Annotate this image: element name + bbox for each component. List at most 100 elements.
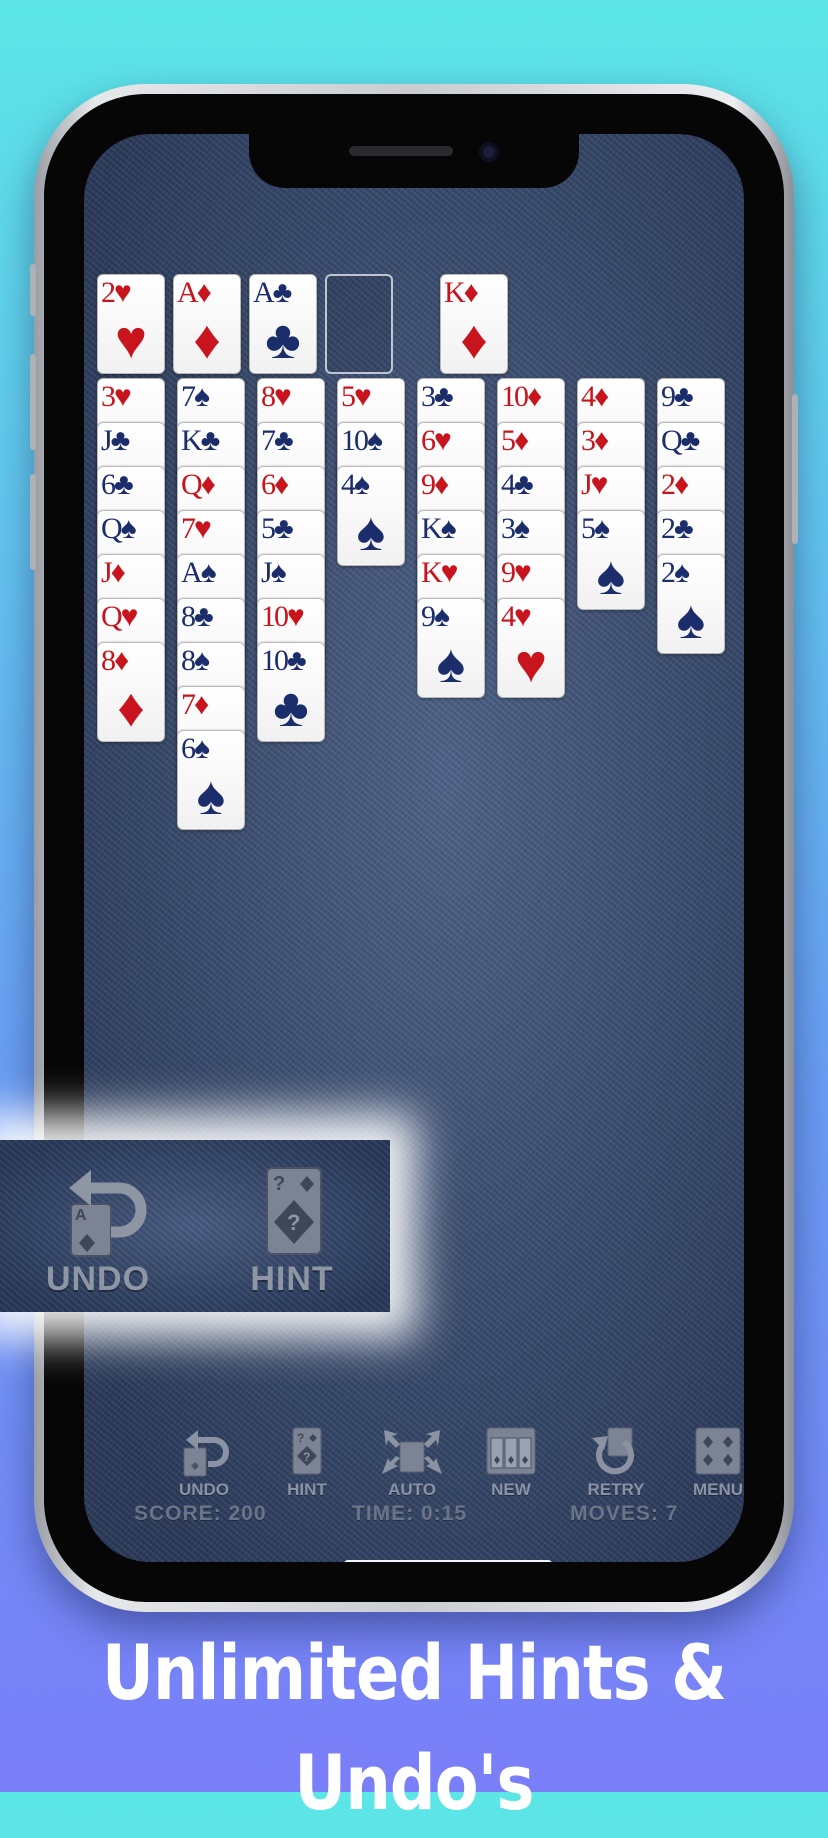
free-cell-card[interactable]: 2♥ ♥ (97, 274, 165, 374)
card-corner-label: J♥ (581, 468, 608, 501)
card-corner-label: 10♣ (261, 644, 307, 677)
tableau-card[interactable]: 2♠ ♠ (657, 554, 725, 654)
undo-button[interactable]: UNDO (166, 1426, 242, 1500)
card-corner-label: 4♠ (341, 468, 370, 501)
card-suit-icon: ♠ (356, 502, 386, 562)
card-corner-label: Q♦ (181, 468, 216, 501)
card-corner-label: J♣ (101, 424, 130, 457)
card-corner-label: 8♣ (181, 600, 214, 633)
svg-text:?: ? (273, 1173, 285, 1195)
card-corner-label: 8♠ (181, 644, 210, 677)
card-suit-icon: ♠ (196, 766, 226, 826)
foundation-card[interactable]: K♦ ♦ (440, 274, 508, 374)
card-suit-icon: ♥ (114, 310, 148, 370)
menu-label: MENU (692, 1480, 744, 1499)
zoom-undo-button[interactable]: A UNDO (28, 1164, 168, 1299)
card-corner-label: A♦ (177, 276, 212, 309)
zoom-hint-label: HINT (250, 1260, 334, 1298)
tableau-card[interactable]: 9♠ ♠ (417, 598, 485, 698)
hint-label: HINT (287, 1480, 327, 1499)
card-corner-label: 3♣ (421, 380, 454, 413)
bottom-toolbar: UNDO ? ? HINT AUTO NEW RETRY MENU (84, 1426, 744, 1546)
volume-up-button (30, 354, 36, 450)
svg-text:A: A (75, 1207, 87, 1224)
card-corner-label: 7♥ (181, 512, 212, 545)
free-cell-card[interactable]: A♦ ♦ (173, 274, 241, 374)
hint-button[interactable]: ? ? HINT (269, 1426, 345, 1500)
empty-free-cell[interactable] (325, 274, 393, 374)
phone-bezel: 2♥♥A♦♦A♣♣K♦♦3♥♥J♣♣6♣♣Q♠♠J♦♦Q♥♥8♦♦7♠♠K♣♣Q… (44, 94, 784, 1602)
card-corner-label: Q♣ (661, 424, 700, 457)
card-corner-label: 5♠ (581, 512, 610, 545)
svg-text:?: ? (303, 1450, 310, 1464)
tableau-card[interactable]: 4♠ ♠ (337, 466, 405, 566)
card-corner-label: 2♠ (661, 556, 690, 589)
card-corner-label: Q♥ (101, 600, 139, 633)
zoom-undo-label: UNDO (45, 1260, 151, 1298)
card-suit-icon: ♠ (436, 634, 466, 694)
menu-button[interactable]: MENU (680, 1426, 744, 1500)
card-corner-label: 8♦ (101, 644, 129, 677)
card-corner-label: 6♦ (261, 468, 289, 501)
card-corner-label: K♦ (444, 276, 479, 309)
retry-button[interactable]: RETRY (578, 1426, 654, 1500)
free-cell-card[interactable]: A♣ ♣ (249, 274, 317, 374)
card-corner-label: 2♣ (661, 512, 694, 545)
auto-label: AUTO (388, 1480, 436, 1499)
card-corner-label: K♣ (181, 424, 220, 457)
card-corner-label: 7♦ (181, 688, 209, 721)
card-corner-label: 6♠ (181, 732, 210, 765)
card-suit-icon: ♦ (117, 678, 145, 738)
card-corner-label: 5♣ (261, 512, 294, 545)
front-camera (479, 142, 499, 162)
card-corner-label: 5♥ (341, 380, 372, 413)
tableau-card[interactable]: 5♠ ♠ (577, 510, 645, 610)
card-suit-icon: ♦ (460, 310, 488, 370)
notch (249, 134, 579, 188)
card-corner-label: A♣ (253, 276, 292, 309)
card-corner-label: J♦ (101, 556, 126, 589)
retry-icon (592, 1427, 635, 1475)
zoom-hint-button[interactable]: ? ? HINT (222, 1164, 362, 1299)
card-corner-label: 9♣ (661, 380, 694, 413)
card-suit-icon: ♣ (265, 310, 301, 370)
auto-button[interactable]: AUTO (374, 1426, 450, 1500)
card-corner-label: Q♠ (101, 512, 137, 545)
card-corner-label: K♠ (421, 512, 457, 545)
undo-arrow-icon: A (69, 1170, 147, 1257)
card-corner-label: 7♠ (181, 380, 210, 413)
volume-down-button (30, 474, 36, 570)
promo-caption: Unlimited Hints & Undo's (101, 1628, 727, 1827)
card-corner-label: 9♥ (501, 556, 532, 589)
card-corner-label: 4♦ (581, 380, 609, 413)
card-corner-label: 3♦ (581, 424, 609, 457)
card-corner-label: 4♥ (501, 600, 532, 633)
zoom-callout: A UNDO ? ? HINT (0, 1140, 390, 1312)
mute-switch (30, 264, 36, 316)
menu-icon (695, 1427, 741, 1475)
tableau-card[interactable]: 10♣ ♣ (257, 642, 325, 742)
new-game-button[interactable]: NEW (473, 1426, 549, 1500)
svg-text:?: ? (297, 1431, 304, 1445)
card-suit-icon: ♦ (193, 310, 221, 370)
phone-frame: 2♥♥A♦♦A♣♣K♦♦3♥♥J♣♣6♣♣Q♠♠J♦♦Q♥♥8♦♦7♠♠K♣♣Q… (30, 84, 798, 1612)
card-corner-label: 2♥ (101, 276, 132, 309)
undo-icon (183, 1430, 229, 1477)
card-corner-label: A♠ (181, 556, 217, 589)
card-corner-label: J♠ (261, 556, 287, 589)
tableau-card[interactable]: 8♦ ♦ (97, 642, 165, 742)
card-corner-label: 2♦ (661, 468, 689, 501)
new-game-icon (486, 1427, 536, 1475)
card-corner-label: 6♣ (101, 468, 134, 501)
tableau-card[interactable]: 6♠ ♠ (177, 730, 245, 830)
new-game-label: NEW (491, 1480, 531, 1499)
card-corner-label: 4♣ (501, 468, 534, 501)
speaker-grille (349, 146, 453, 156)
card-corner-label: K♥ (421, 556, 459, 589)
card-corner-label: 9♠ (421, 600, 450, 633)
tableau-card[interactable]: 4♥ ♥ (497, 598, 565, 698)
game-screen: 2♥♥A♦♦A♣♣K♦♦3♥♥J♣♣6♣♣Q♠♠J♦♦Q♥♥8♦♦7♠♠K♣♣Q… (84, 134, 744, 1562)
card-suit-icon: ♣ (273, 678, 309, 738)
card-corner-label: 6♥ (421, 424, 452, 457)
card-suit-icon: ♥ (514, 634, 548, 694)
